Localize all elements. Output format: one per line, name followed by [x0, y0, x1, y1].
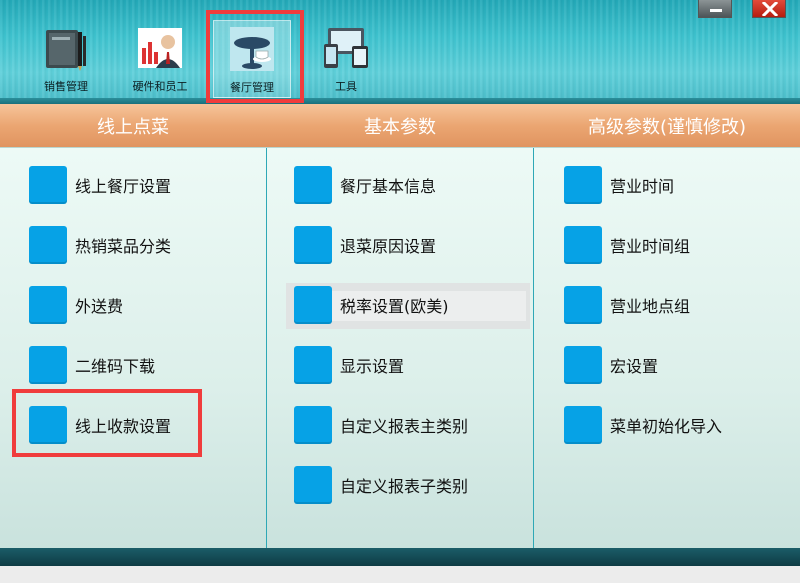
item-label: 税率设置(欧美): [340, 297, 449, 316]
tool-restaurant-management[interactable]: 餐厅管理: [213, 20, 291, 98]
tile-icon: [29, 406, 67, 444]
tool-sales-management[interactable]: 销售管理: [27, 20, 105, 98]
menu-item-restaurant-basic-info[interactable]: 餐厅基本信息: [294, 165, 436, 205]
item-label: 营业时间: [610, 177, 675, 196]
tool-label: 餐厅管理: [230, 81, 274, 94]
item-label: 营业地点组: [610, 297, 691, 316]
tile-icon: [564, 286, 602, 324]
item-label: 线上收款设置: [75, 417, 172, 436]
tile-icon: [29, 226, 67, 264]
menu-item-return-reason-settings[interactable]: 退菜原因设置: [294, 225, 436, 265]
item-label: 二维码下载: [75, 357, 156, 376]
top-toolbar: 销售管理 硬件和员工 餐厅管理 工具: [0, 0, 800, 104]
footer-bar: [0, 548, 800, 566]
tile-icon: [294, 466, 332, 504]
column-divider: [533, 148, 534, 549]
column-divider: [266, 148, 267, 549]
devices-icon: [322, 24, 370, 72]
menu-item-qr-download[interactable]: 二维码下载: [29, 345, 155, 385]
item-label: 自定义报表子类别: [340, 477, 469, 496]
tile-icon: [294, 286, 332, 324]
column-header-basic-params: 基本参数: [364, 116, 436, 138]
staff-chart-icon: [136, 24, 184, 72]
tile-icon: [564, 406, 602, 444]
tile-icon: [564, 346, 602, 384]
tool-hardware-staff[interactable]: 硬件和员工: [121, 20, 199, 98]
tool-label: 硬件和员工: [132, 80, 188, 93]
tool-tools[interactable]: 工具: [307, 20, 385, 98]
column-header-online-ordering: 线上点菜: [97, 116, 169, 138]
ledger-pen-icon: [42, 24, 90, 72]
tile-icon: [294, 166, 332, 204]
close-icon[interactable]: [752, 0, 786, 18]
item-label: 宏设置: [610, 357, 659, 376]
item-label: 营业时间组: [610, 237, 691, 256]
item-label: 显示设置: [340, 357, 405, 376]
item-label: 菜单初始化导入: [610, 417, 723, 436]
menu-item-online-payment-settings[interactable]: 线上收款设置: [29, 405, 171, 445]
menu-item-macro-settings[interactable]: 宏设置: [564, 345, 658, 385]
tool-label: 销售管理: [44, 80, 88, 93]
menu-item-display-settings[interactable]: 显示设置: [294, 345, 404, 385]
tile-icon: [294, 226, 332, 264]
item-label: 外送费: [75, 297, 124, 316]
menu-item-business-location-groups[interactable]: 营业地点组: [564, 285, 690, 325]
item-label: 餐厅基本信息: [340, 177, 437, 196]
minimize-icon[interactable]: [698, 0, 732, 18]
menu-item-report-main-category[interactable]: 自定义报表主类别: [294, 405, 468, 445]
menu-item-menu-init-import[interactable]: 菜单初始化导入: [564, 405, 722, 445]
item-label: 线上餐厅设置: [75, 177, 172, 196]
tile-icon: [564, 226, 602, 264]
menu-item-delivery-fee[interactable]: 外送费: [29, 285, 123, 325]
item-label: 退菜原因设置: [340, 237, 437, 256]
item-label: 自定义报表主类别: [340, 417, 469, 436]
tile-icon: [294, 346, 332, 384]
settings-panel: 线上餐厅设置 热销菜品分类 外送费 二维码下载 线上收款设置 餐厅基本信息 退菜…: [0, 147, 800, 549]
item-label: 热销菜品分类: [75, 237, 172, 256]
tile-icon: [564, 166, 602, 204]
menu-item-hot-dish-categories[interactable]: 热销菜品分类: [29, 225, 171, 265]
tile-icon: [29, 346, 67, 384]
menu-item-business-hours[interactable]: 营业时间: [564, 165, 674, 205]
tile-icon: [29, 286, 67, 324]
tile-icon: [29, 166, 67, 204]
menu-item-report-sub-category[interactable]: 自定义报表子类别: [294, 465, 468, 505]
restaurant-table-icon: [228, 25, 276, 73]
column-header-advanced-params: 高级参数(谨慎修改): [587, 116, 747, 138]
tool-label: 工具: [335, 80, 357, 93]
tile-icon: [294, 406, 332, 444]
status-bar: [0, 566, 800, 583]
menu-item-online-restaurant-settings[interactable]: 线上餐厅设置: [29, 165, 171, 205]
menu-item-tax-settings[interactable]: 税率设置(欧美): [294, 285, 449, 325]
column-headers: 线上点菜 基本参数 高级参数(谨慎修改): [0, 104, 800, 147]
menu-item-business-hour-groups[interactable]: 营业时间组: [564, 225, 690, 265]
